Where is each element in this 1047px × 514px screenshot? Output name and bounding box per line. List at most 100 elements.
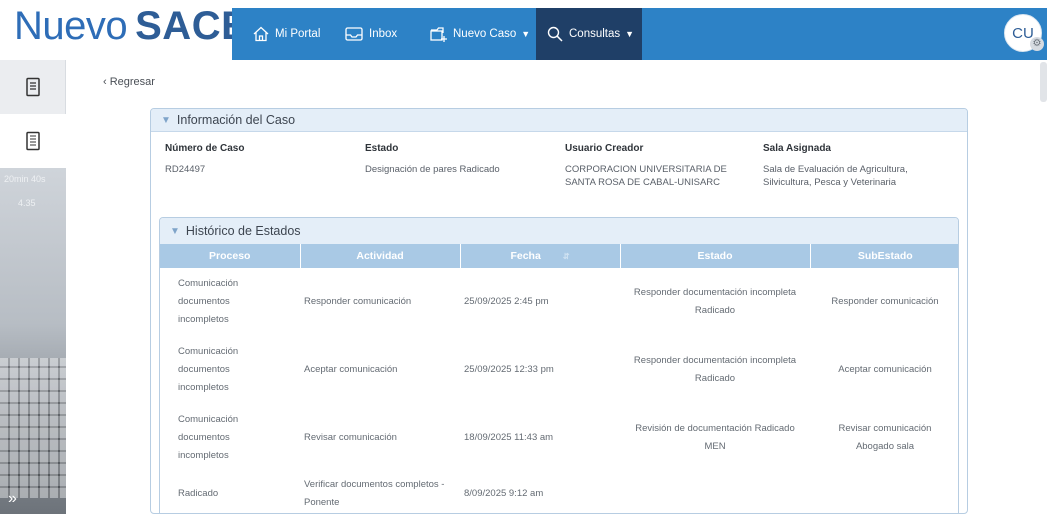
cell-subestado: Responder comunicación bbox=[810, 268, 958, 336]
cell-line: incompletos bbox=[178, 382, 229, 393]
column-header-label: Actividad bbox=[356, 250, 404, 262]
field-value: Designación de pares Radicado bbox=[365, 164, 500, 175]
cell-estado: Responder documentación incompleta Radica… bbox=[620, 268, 810, 336]
column-header-label: Proceso bbox=[209, 250, 251, 262]
cell-line: Abogado sala bbox=[855, 441, 915, 452]
cell-line: Responder documentación incompleta bbox=[633, 355, 797, 366]
cell-line: Radicado bbox=[694, 373, 736, 384]
nav-inbox-label: Inbox bbox=[369, 28, 398, 40]
field-label: Estado bbox=[365, 143, 399, 154]
field-assigned-room: Sala Asignada Sala de Evaluación de Agri… bbox=[763, 143, 908, 189]
cell-line: incompletos bbox=[178, 314, 229, 325]
status-history-title: Histórico de Estados bbox=[185, 224, 301, 238]
sidebar-background-image: 20min 40s 4.35 bbox=[0, 168, 66, 514]
cell-fecha: 25/09/2025 12:33 pm bbox=[460, 336, 620, 404]
cell-actividad: Revisar comunicación bbox=[300, 404, 460, 472]
cell-line: Comunicación bbox=[178, 414, 239, 425]
field-value: RD24497 bbox=[165, 164, 206, 175]
sidebar-document-button[interactable] bbox=[0, 60, 66, 114]
case-info-header[interactable]: ▼ Información del Caso bbox=[151, 109, 967, 132]
cell-line: documentos bbox=[178, 432, 230, 443]
case-info-title: Información del Caso bbox=[176, 113, 296, 127]
column-header-subestado[interactable]: SubEstado bbox=[810, 244, 958, 268]
cell-line: Comunicación bbox=[178, 278, 239, 289]
field-value: CORPORACION UNIVERSITARIA DE SANTA ROSA … bbox=[565, 163, 727, 189]
cell-line: documentos bbox=[178, 364, 230, 375]
cell-line: 8/09/2025 9:12 am bbox=[464, 488, 544, 499]
column-header-fecha[interactable]: Fecha ⇵ bbox=[460, 244, 621, 268]
field-label: Usuario Creador bbox=[565, 143, 644, 154]
cell-actividad: Verificar documentos completos - Ponente bbox=[300, 472, 460, 512]
cell-line: Aceptar comunicación bbox=[304, 364, 398, 375]
cell-line: incompletos bbox=[178, 450, 229, 461]
status-history-panel: ▼ Histórico de Estados Proceso Actividad… bbox=[159, 217, 959, 513]
cell-line: 25/09/2025 12:33 pm bbox=[464, 364, 554, 375]
field-label: Número de Caso bbox=[165, 143, 245, 154]
cell-fecha: 8/09/2025 9:12 am bbox=[460, 472, 620, 512]
field-value-line: Sala de Evaluación de Agricultura, bbox=[763, 164, 908, 175]
case-info-panel: ▼ Información del Caso Número de Caso RD… bbox=[150, 108, 968, 514]
column-header-actividad[interactable]: Actividad bbox=[300, 244, 461, 268]
home-icon bbox=[253, 26, 269, 42]
cell-fecha: 18/09/2025 11:43 am bbox=[460, 404, 620, 472]
column-header-label: SubEstado bbox=[857, 250, 913, 262]
field-creator-user: Usuario Creador CORPORACION UNIVERSITARI… bbox=[565, 143, 727, 189]
table-header-row: Proceso Actividad Fecha ⇵ Estado SubEstad… bbox=[160, 244, 958, 268]
cell-line: Revisar comunicación bbox=[838, 423, 932, 434]
column-header-label: Estado bbox=[697, 250, 733, 262]
inbox-icon bbox=[345, 27, 363, 41]
back-link[interactable]: ‹ Regresar bbox=[103, 76, 155, 88]
table-row: Comunicación documentos incompletos Acepta… bbox=[160, 336, 958, 404]
cell-subestado: Aceptar comunicación bbox=[810, 336, 958, 404]
column-header-proceso[interactable]: Proceso bbox=[160, 244, 301, 268]
search-icon bbox=[547, 26, 563, 42]
nav-nuevo-caso[interactable]: Nuevo Caso ▼ bbox=[428, 8, 530, 60]
nav-consultas-label: Consultas bbox=[569, 28, 621, 40]
cell-line: Responder documentación incompleta bbox=[633, 287, 797, 298]
cell-proceso: Comunicación documentos incompletos bbox=[160, 404, 300, 472]
ghost-text-time: 20min 40s bbox=[4, 174, 46, 184]
cell-line: Responder comunicación bbox=[831, 296, 939, 307]
cell-line: 18/09/2025 11:43 am bbox=[464, 432, 554, 443]
document-list-icon bbox=[26, 131, 40, 151]
settings-gear-icon[interactable]: ⚙ bbox=[1030, 37, 1044, 51]
page-scrollbar[interactable] bbox=[1040, 62, 1047, 102]
logo-word-nuevo: Nuevo bbox=[14, 4, 128, 48]
nav-mi-portal[interactable]: Mi Portal bbox=[252, 8, 320, 60]
cell-subestado: Revisar comunicación Abogado sala bbox=[810, 404, 958, 472]
collapse-chevron-icon: ▼ bbox=[161, 114, 171, 126]
field-case-number: Número de Caso RD24497 bbox=[165, 143, 244, 176]
field-value-line: SANTA ROSA DE CABAL-UNISARC bbox=[565, 177, 721, 188]
keyboard-image bbox=[0, 358, 66, 498]
cell-line: Revisar comunicación bbox=[304, 432, 397, 443]
cell-proceso: Comunicación documentos incompletos bbox=[160, 268, 300, 336]
cell-line: Aceptar comunicación bbox=[838, 364, 932, 375]
cell-estado bbox=[620, 472, 810, 512]
sidebar-document-list-button[interactable] bbox=[0, 114, 66, 168]
column-header-estado[interactable]: Estado bbox=[620, 244, 811, 268]
cell-line: Responder comunicación bbox=[304, 296, 412, 307]
cell-line: Radicado bbox=[178, 488, 219, 499]
field-status: Estado Designación de pares Radicado bbox=[365, 143, 500, 176]
table-row: Radicado Verificar documentos completos … bbox=[160, 472, 958, 512]
nav-consultas[interactable]: Consultas ▼ bbox=[536, 8, 642, 60]
nav-mi-portal-label: Mi Portal bbox=[275, 28, 321, 40]
status-history-header[interactable]: ▼ Histórico de Estados bbox=[160, 218, 958, 244]
cell-subestado bbox=[810, 472, 958, 512]
expand-sidebar-icon[interactable]: » bbox=[8, 490, 17, 508]
field-value: Sala de Evaluación de Agricultura, Silvi… bbox=[763, 163, 908, 189]
cell-line: MEN bbox=[704, 441, 726, 452]
table-row: Comunicación documentos incompletos Respon… bbox=[160, 268, 958, 336]
field-label: Sala Asignada bbox=[763, 143, 831, 154]
ghost-text-value: 4.35 bbox=[18, 198, 36, 208]
field-value-line: Silvicultura, Pesca y Veterinaria bbox=[763, 177, 897, 188]
document-icon bbox=[26, 77, 40, 97]
nav-inbox[interactable]: Inbox bbox=[344, 8, 397, 60]
top-bar: Nuevo SACES Mi Portal Inbox Nuevo Caso ▼ … bbox=[0, 0, 1047, 60]
cell-estado: Responder documentación incompleta Radica… bbox=[620, 336, 810, 404]
cell-proceso: Radicado bbox=[160, 472, 300, 512]
cell-proceso: Comunicación documentos incompletos bbox=[160, 336, 300, 404]
main-nav: Mi Portal Inbox Nuevo Caso ▼ Consultas ▼ bbox=[232, 8, 1047, 60]
table-row: Comunicación documentos incompletos Revisa… bbox=[160, 404, 958, 472]
sort-icon[interactable]: ⇵ bbox=[563, 252, 570, 261]
